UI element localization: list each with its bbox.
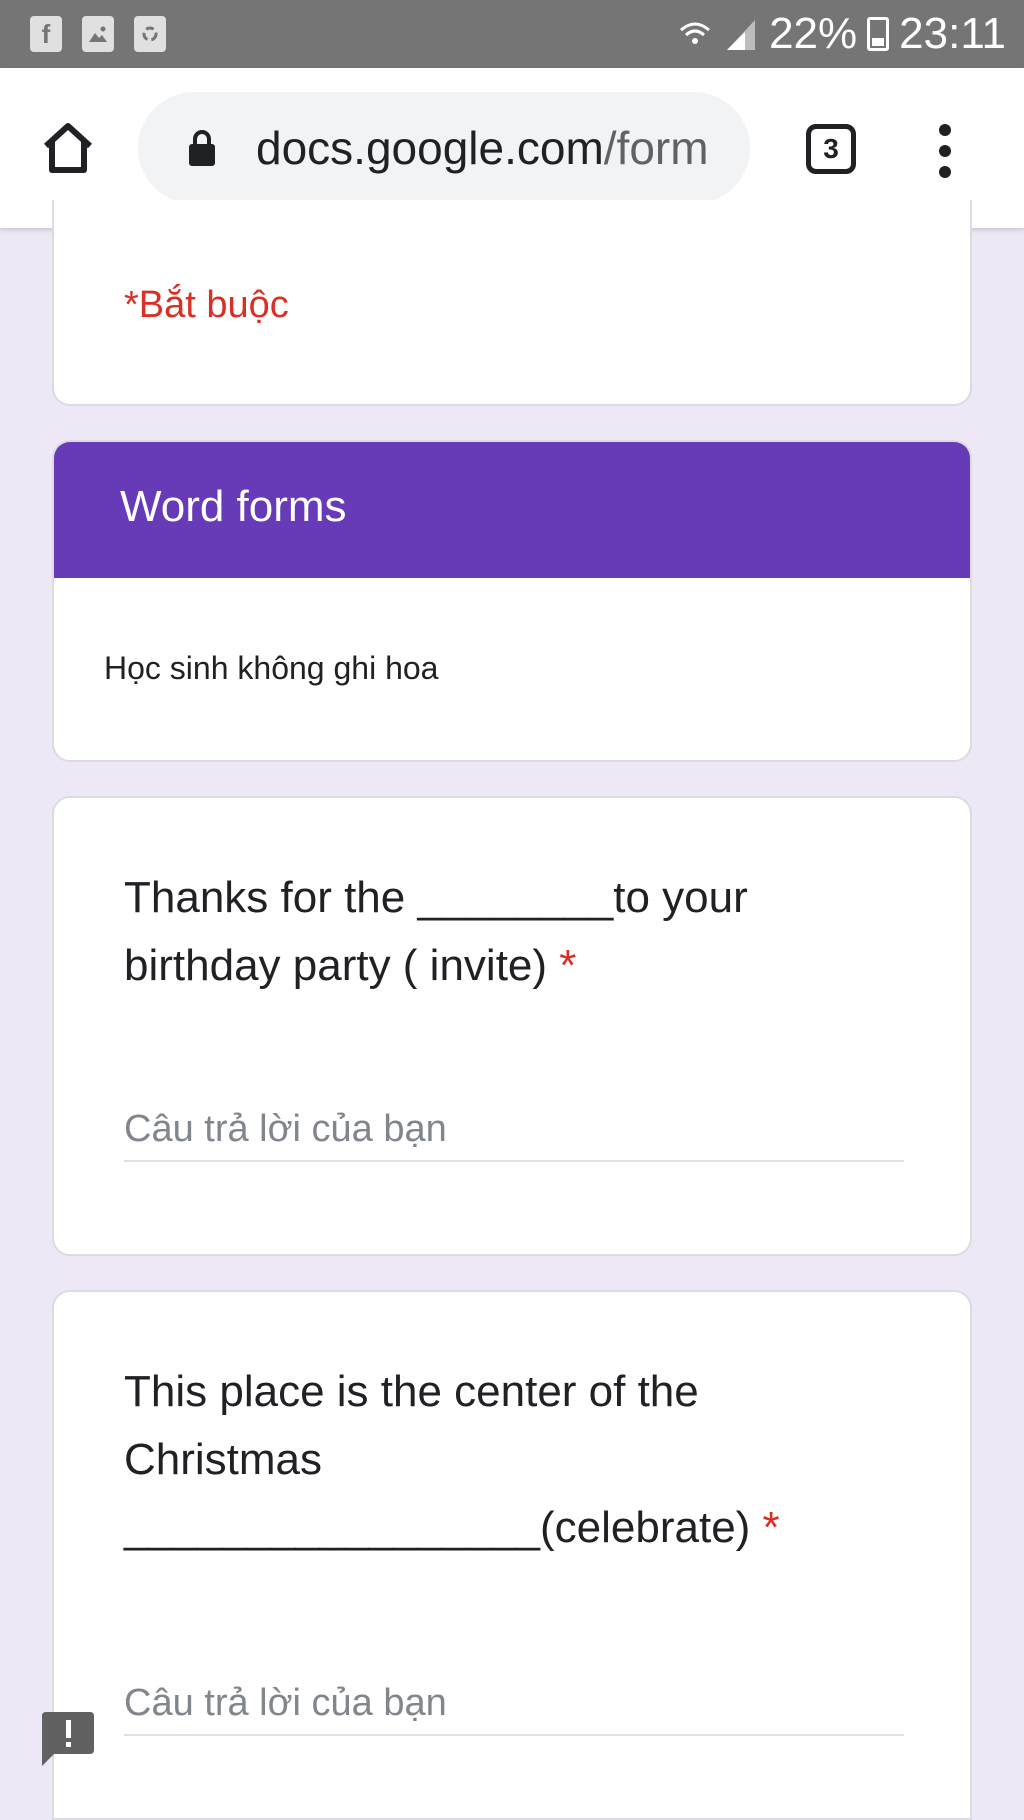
section-header: Word forms [54,442,970,578]
required-asterisk: * [559,941,577,990]
tab-switcher-button[interactable]: 3 [806,124,856,174]
battery-percentage: 22% [769,9,858,58]
question-text: This place is the center of the Christma… [124,1367,751,1552]
feedback-icon[interactable] [40,1712,96,1766]
recycle-icon [134,16,166,52]
battery-icon [867,17,890,51]
answer-input[interactable] [124,1098,904,1162]
question-title: This place is the center of the Christma… [124,1358,844,1562]
url-text: docs.google.com/form [256,92,736,204]
question-text: Thanks for the ________to your birthday … [124,873,748,990]
section-title: Word forms [120,482,347,531]
question-card: Thanks for the ________to your birthday … [52,796,972,1256]
url-domain: docs.google.com [256,122,604,174]
wifi-icon [677,16,713,52]
url-path: /form [603,122,709,174]
question-card: This place is the center of the Christma… [52,1290,972,1820]
lock-icon [186,128,218,168]
status-bar: f 22% 23:11 [0,0,1024,68]
signal-icon [723,16,759,52]
question-title: Thanks for the ________to your birthday … [124,864,844,1000]
image-icon [82,16,114,52]
section-card: Word forms Học sinh không ghi hoa [52,440,972,762]
address-bar[interactable]: docs.google.com/form [138,92,750,204]
overflow-menu-icon[interactable] [934,124,956,178]
required-asterisk: * [762,1503,780,1552]
clock: 23:11 [899,9,1006,58]
required-note: *Bắt buộc [124,284,289,326]
form-header-card: *Bắt buộc [52,200,972,406]
section-description: Học sinh không ghi hoa [104,650,439,686]
facebook-icon: f [30,16,62,52]
answer-input[interactable] [124,1672,904,1736]
home-icon[interactable] [38,120,98,176]
